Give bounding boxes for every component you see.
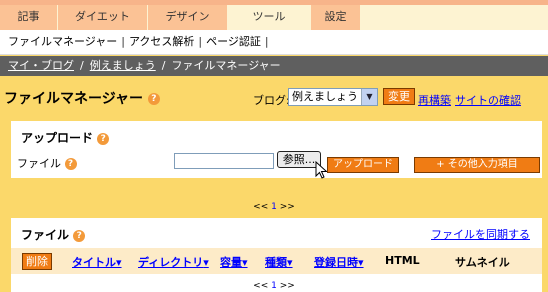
column-title[interactable]: タイトル▾ xyxy=(72,254,122,270)
breadcrumb-my-blog[interactable]: マイ・ブログ xyxy=(8,59,74,72)
chevron-down-icon[interactable]: ▼ xyxy=(361,89,377,105)
rebuild-link[interactable]: 再構築 xyxy=(418,92,451,108)
column-directory[interactable]: ディレクトリ▾ xyxy=(138,254,209,270)
pager-bottom: << 1 >> xyxy=(0,281,548,291)
top-tab-bar: 記事 ダイエット デザイン ツール 設定 xyxy=(0,0,548,30)
pager-page[interactable]: 1 xyxy=(271,281,277,291)
help-icon[interactable]: ? xyxy=(97,132,110,145)
file-path-input[interactable] xyxy=(174,153,274,169)
subnav-separator: | xyxy=(198,35,203,48)
page-title-text: ファイルマネージャー xyxy=(4,91,144,107)
files-title: ファイル ? xyxy=(21,226,86,243)
pager-next[interactable]: >> xyxy=(280,281,295,291)
subnav-file-manager[interactable]: ファイルマネージャー xyxy=(8,35,117,48)
blog-label: ブログ: xyxy=(253,94,290,107)
upload-panel: アップロード ? ファイル ? 参照... アップロード + その他入力項目 xyxy=(11,121,542,179)
help-icon[interactable]: ? xyxy=(64,158,77,170)
tab-tools[interactable]: ツール xyxy=(228,5,311,30)
breadcrumb-separator: / xyxy=(161,59,166,72)
file-label-text: ファイル xyxy=(17,157,61,170)
column-directory-label: ディレクトリ xyxy=(138,256,204,269)
tab-diet[interactable]: ダイエット xyxy=(58,5,148,30)
help-icon[interactable]: ? xyxy=(147,93,160,105)
column-type-label: 種類 xyxy=(265,256,287,269)
sub-navigation: ファイルマネージャー | アクセス解析 | ページ認証 | xyxy=(0,30,548,55)
pager-next[interactable]: >> xyxy=(280,202,295,212)
pager-top: << 1 >> xyxy=(0,202,548,212)
upload-button[interactable]: アップロード xyxy=(327,157,399,173)
breadcrumb: マイ・ブログ / 例えましょう / ファイルマネージャー xyxy=(0,56,548,76)
subnav-access-analysis[interactable]: アクセス解析 xyxy=(129,35,194,48)
pager-prev[interactable]: << xyxy=(253,202,268,212)
blog-select[interactable]: 例えましょう ▼ xyxy=(288,88,378,106)
file-label: ファイル ? xyxy=(17,155,77,171)
tab-settings[interactable]: 設定 xyxy=(311,5,361,30)
sync-files-link[interactable]: ファイルを同期する xyxy=(431,226,530,242)
subnav-page-auth[interactable]: ページ認証 xyxy=(206,35,261,48)
delete-button[interactable]: 削除 xyxy=(22,253,52,270)
tab-design[interactable]: デザイン xyxy=(148,5,228,30)
page-title: ファイルマネージャー ? xyxy=(4,88,160,108)
view-site-link[interactable]: サイトの確認 xyxy=(455,92,521,108)
column-thumbnail: サムネイル xyxy=(455,256,510,269)
column-size[interactable]: 容量▾ xyxy=(220,254,248,270)
column-html: HTML xyxy=(385,254,420,267)
other-fields-button[interactable]: + その他入力項目 xyxy=(414,157,540,173)
help-icon[interactable]: ? xyxy=(73,229,86,242)
pager-page[interactable]: 1 xyxy=(271,202,277,212)
upload-title-text: アップロード xyxy=(21,131,94,145)
breadcrumb-separator: / xyxy=(80,59,84,72)
column-title-label: タイトル xyxy=(72,256,116,269)
column-date[interactable]: 登録日時▾ xyxy=(314,254,364,270)
tab-articles[interactable]: 記事 xyxy=(0,5,58,30)
pager-prev[interactable]: << xyxy=(253,281,268,291)
subnav-separator: | xyxy=(264,35,269,48)
breadcrumb-blog[interactable]: 例えましょう xyxy=(90,59,156,72)
upload-title: アップロード ? xyxy=(21,129,110,146)
change-blog-button[interactable]: 変更 xyxy=(383,88,415,105)
files-title-text: ファイル xyxy=(21,228,70,242)
column-type[interactable]: 種類▾ xyxy=(265,254,293,270)
column-size-label: 容量 xyxy=(220,256,242,269)
breadcrumb-current: ファイルマネージャー xyxy=(171,59,281,72)
column-date-label: 登録日時 xyxy=(314,256,358,269)
blog-select-value: 例えましょう xyxy=(292,90,358,103)
subnav-separator: | xyxy=(121,35,125,48)
